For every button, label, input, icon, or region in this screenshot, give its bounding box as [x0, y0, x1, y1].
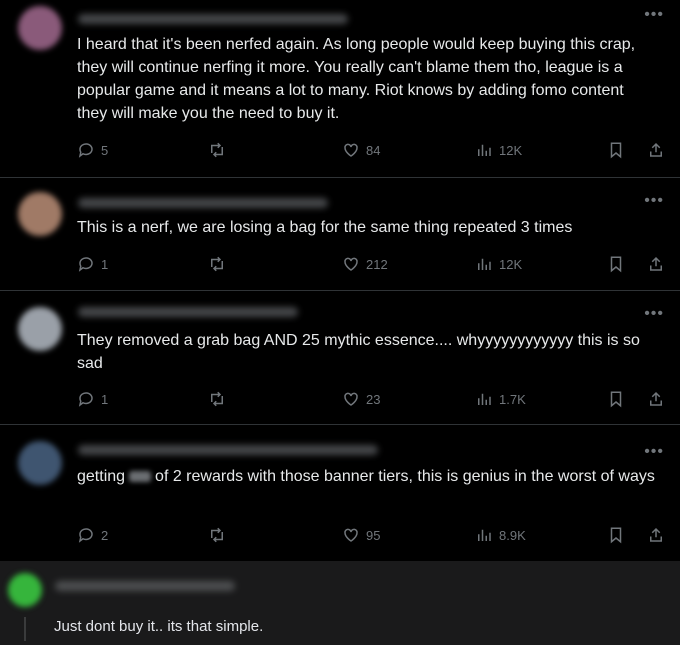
like-button[interactable]: 23: [342, 390, 380, 408]
avatar[interactable]: [18, 192, 62, 236]
author-name-blurred: [78, 307, 298, 317]
bar-chart-icon: [478, 144, 491, 156]
avatar[interactable]: [18, 307, 62, 351]
bookmark-icon: [610, 527, 622, 544]
views-button[interactable]: 12K: [475, 255, 522, 273]
more-options-icon[interactable]: •••: [644, 192, 664, 210]
reply-count: 1: [101, 391, 109, 407]
thread-line: [24, 617, 26, 641]
views-button[interactable]: 12K: [475, 141, 522, 159]
retweet-arrows-icon: [211, 527, 223, 543]
tweet-text: I heard that it's been nerfed again. As …: [77, 36, 636, 122]
bookmark-icon: [610, 142, 622, 159]
retweet-button[interactable]: [207, 526, 227, 544]
bookmark-button[interactable]: [607, 390, 625, 408]
like-count: 23: [366, 391, 381, 407]
reply-comment-text: Just dont buy it.. its that simple.: [54, 618, 264, 635]
more-options-icon[interactable]: •••: [644, 6, 664, 24]
tweet-actions: 1 212 12K: [77, 255, 667, 277]
share-upload-icon: [650, 142, 662, 157]
bar-chart-icon: [478, 393, 491, 405]
reply-button[interactable]: 1: [77, 255, 108, 273]
speech-bubble-icon: [78, 528, 93, 543]
tweet[interactable]: ••• They removed a grab bag AND 25 mythi…: [0, 291, 680, 424]
heart-icon: [344, 392, 358, 406]
heart-icon: [344, 257, 358, 271]
reply-count: 1: [101, 256, 109, 272]
retweet-arrows-icon: [211, 256, 223, 272]
views-button[interactable]: 8.9K: [475, 526, 526, 544]
like-count: 84: [366, 142, 381, 158]
view-count: 12K: [499, 256, 523, 272]
author-name-blurred: [78, 445, 378, 455]
redacted-text: [129, 471, 152, 483]
tweet-actions: 2 95 8.9K: [77, 526, 667, 548]
share-upload-icon: [650, 527, 662, 542]
reply-count: 2: [101, 527, 109, 543]
avatar[interactable]: [18, 6, 62, 50]
share-upload-icon: [650, 391, 662, 406]
avatar[interactable]: [18, 441, 62, 485]
bookmark-icon: [610, 391, 622, 408]
like-button[interactable]: 95: [342, 526, 380, 544]
speech-bubble-icon: [78, 257, 93, 272]
bookmark-button[interactable]: [607, 141, 625, 159]
tweet[interactable]: ••• I heard that it's been nerfed again.…: [0, 0, 680, 177]
share-button[interactable]: [647, 526, 665, 544]
reply-count: 5: [101, 142, 109, 158]
more-options-icon[interactable]: •••: [644, 305, 664, 323]
like-count: 212: [366, 256, 388, 272]
heart-icon: [344, 143, 358, 157]
tweet-text-part: getting: [77, 468, 126, 485]
retweet-arrows-icon: [211, 391, 223, 407]
tweet-text: This is a nerf, we are losing a bag for …: [77, 219, 573, 236]
view-count: 12K: [499, 142, 523, 158]
tweet-text: They removed a grab bag AND 25 mythic es…: [77, 332, 640, 372]
share-upload-icon: [650, 256, 662, 271]
speech-bubble-icon: [78, 392, 93, 407]
view-count: 8.9K: [499, 527, 526, 543]
more-options-icon[interactable]: •••: [644, 443, 664, 461]
bookmark-button[interactable]: [607, 526, 625, 544]
tweet-actions: 5 84 12K: [77, 141, 667, 163]
bar-chart-icon: [478, 529, 491, 541]
retweet-button[interactable]: [207, 390, 227, 408]
retweet-button[interactable]: [207, 255, 227, 273]
like-button[interactable]: 212: [342, 255, 388, 273]
tweet-actions: 1 23 1.7K: [77, 390, 667, 412]
reply-button[interactable]: 5: [77, 141, 108, 159]
author-name-blurred: [78, 198, 328, 208]
tweet[interactable]: ••• getting of 2 rewards with those banne…: [0, 425, 680, 560]
share-button[interactable]: [647, 390, 665, 408]
views-button[interactable]: 1.7K: [475, 390, 526, 408]
share-button[interactable]: [647, 255, 665, 273]
retweet-arrows-icon: [211, 142, 223, 158]
speech-bubble-icon: [78, 143, 93, 158]
author-name-blurred: [78, 14, 348, 24]
bar-chart-icon: [478, 258, 491, 270]
view-count: 1.7K: [499, 391, 526, 407]
tweet-text-part: of 2 rewards with those banner tiers, th…: [155, 468, 655, 485]
avatar[interactable]: [8, 573, 42, 607]
tweet[interactable]: ••• This is a nerf, we are losing a bag …: [0, 178, 680, 290]
retweet-button[interactable]: [207, 141, 227, 159]
bookmark-button[interactable]: [607, 255, 625, 273]
reply-button[interactable]: 2: [77, 526, 108, 544]
reply-button[interactable]: 1: [77, 390, 108, 408]
author-name-blurred: [55, 581, 235, 591]
heart-icon: [344, 528, 358, 542]
bookmark-icon: [610, 256, 622, 273]
tweet-text: getting of 2 rewards with those banner ti…: [77, 465, 656, 488]
share-button[interactable]: [647, 141, 665, 159]
like-count: 95: [366, 527, 381, 543]
like-button[interactable]: 84: [342, 141, 380, 159]
